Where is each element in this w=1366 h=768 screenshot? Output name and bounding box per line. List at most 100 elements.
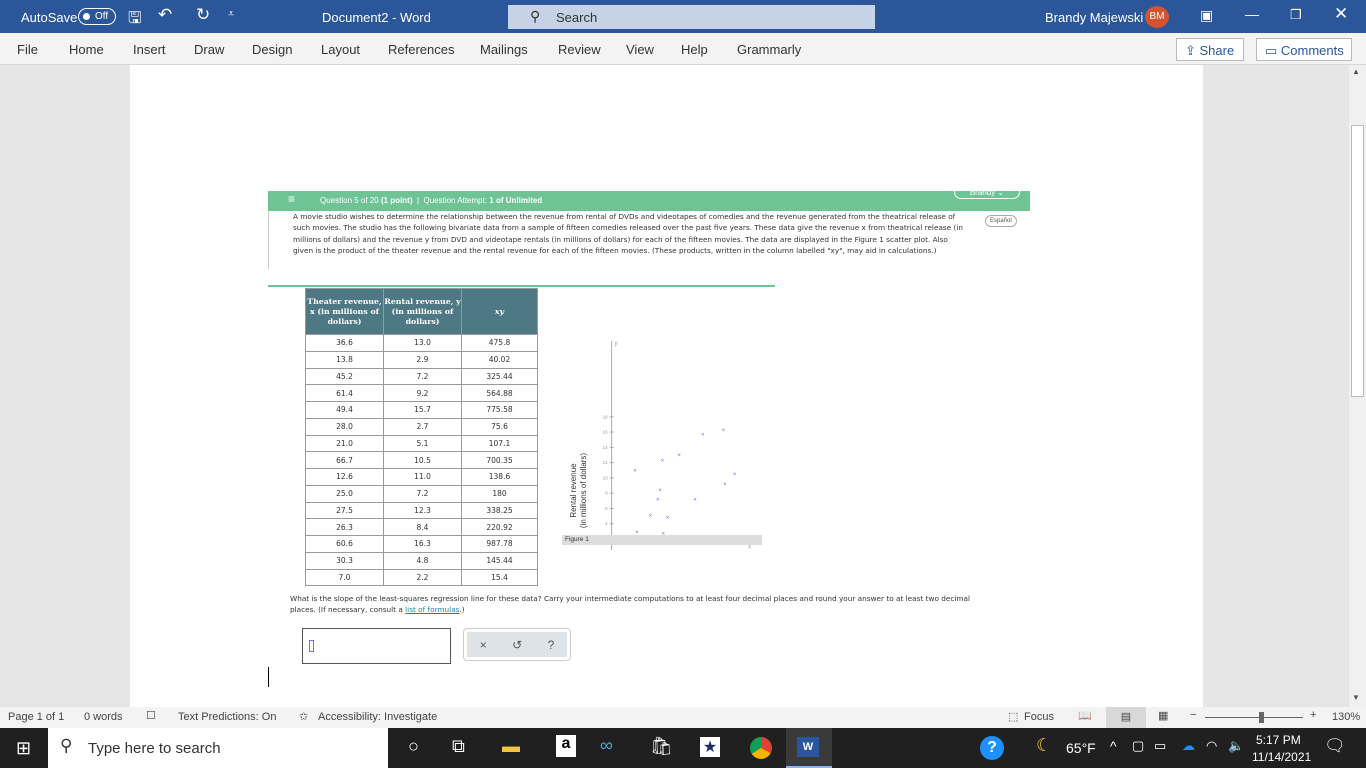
moon-weather-icon: ☾: [1036, 735, 1053, 755]
undo-icon[interactable]: ↶: [158, 5, 172, 25]
cell-y: 16.3: [383, 535, 462, 553]
infinity-app-icon[interactable]: ∞: [600, 735, 613, 756]
taskbar-search[interactable]: ⚲ Type here to search: [48, 728, 388, 768]
comments-button[interactable]: ▭ Comments: [1256, 38, 1352, 61]
tab-draw[interactable]: Draw: [194, 42, 224, 57]
print-layout-icon[interactable]: ▤: [1106, 707, 1146, 728]
wifi-icon[interactable]: ◠: [1206, 738, 1217, 754]
autosave-state: Off: [95, 11, 109, 22]
cell-xy: 338.25: [461, 501, 538, 520]
security-app-icon[interactable]: ★: [700, 737, 720, 757]
undo-button[interactable]: ↺: [512, 638, 522, 652]
menu-icon[interactable]: ≡: [288, 192, 295, 206]
meet-now-icon[interactable]: ▢: [1132, 738, 1144, 754]
answer-input[interactable]: [302, 628, 451, 664]
accessibility-status[interactable]: Accessibility: Investigate: [318, 711, 437, 723]
file-explorer-icon[interactable]: ▬: [502, 736, 520, 757]
tab-file[interactable]: File: [17, 42, 38, 57]
customize-toolbar-icon[interactable]: ⩡: [228, 8, 234, 21]
cell-xy: 475.8: [461, 334, 538, 352]
tab-review[interactable]: Review: [558, 42, 601, 57]
volume-icon[interactable]: 🔈: [1228, 738, 1244, 754]
autosave-label: AutoSave: [21, 10, 78, 25]
cell-y: 2.9: [383, 350, 462, 369]
redo-icon[interactable]: ↻: [196, 5, 210, 25]
user-menu-label: Brandy: [969, 188, 996, 197]
scroll-thumb[interactable]: [1351, 125, 1364, 397]
answer-tools: × ↺?: [463, 628, 571, 661]
notifications-icon[interactable]: 🗨: [1324, 736, 1346, 756]
weather-temp[interactable]: 65°F: [1066, 740, 1096, 756]
autosave-toggle[interactable]: Off: [78, 8, 116, 25]
tab-home[interactable]: Home: [69, 42, 104, 57]
show-hidden-icons[interactable]: ^: [1110, 738, 1117, 754]
tab-help[interactable]: Help: [681, 42, 708, 57]
zoom-slider-thumb[interactable]: [1258, 712, 1264, 723]
user-menu[interactable]: Brandy ⌄: [954, 185, 1020, 199]
onedrive-icon[interactable]: ☁: [1182, 738, 1195, 754]
clear-button[interactable]: ×: [480, 638, 487, 652]
vertical-scrollbar[interactable]: ▲ ▼: [1349, 65, 1366, 707]
cell-xy: 987.78: [461, 535, 538, 553]
share-button[interactable]: ⇪ Share: [1176, 38, 1244, 61]
question-prompt: What is the slope of the least-squares r…: [290, 593, 980, 616]
zoom-level[interactable]: 130%: [1332, 711, 1360, 723]
document-page[interactable]: ≡ Question 5 of 20 (1 point) | Question …: [130, 65, 1203, 707]
zoom-out-icon[interactable]: −: [1190, 709, 1196, 721]
tab-layout[interactable]: Layout: [321, 42, 360, 57]
cell-y: 15.7: [383, 401, 462, 419]
store-icon[interactable]: 🛍: [650, 736, 673, 757]
tab-grammarly[interactable]: Grammarly: [737, 42, 801, 57]
zoom-slider[interactable]: [1205, 712, 1303, 723]
scroll-down-icon[interactable]: ▼: [1352, 693, 1360, 702]
focus-button[interactable]: Focus: [1024, 711, 1054, 723]
text-predictions[interactable]: Text Predictions: On: [178, 711, 276, 723]
help-button[interactable]: ?: [548, 638, 555, 652]
proofing-icon[interactable]: ☐: [146, 709, 156, 722]
help-icon[interactable]: ?: [980, 736, 1004, 760]
data-point: ×: [661, 458, 665, 464]
y-tick-label: 14: [603, 445, 609, 450]
document-area: ≡ Question 5 of 20 (1 point) | Question …: [0, 65, 1349, 707]
cell-x: 12.6: [305, 468, 384, 486]
data-point: ×: [656, 497, 660, 503]
word-count[interactable]: 0 words: [84, 711, 123, 723]
tab-view[interactable]: View: [626, 42, 654, 57]
table-row: 30.3 4.8 145.44: [305, 551, 538, 570]
cell-y: 2.2: [383, 568, 462, 587]
tab-design[interactable]: Design: [252, 42, 292, 57]
ribbon-display-icon[interactable]: ▣: [1200, 7, 1213, 24]
zoom-in-icon[interactable]: +: [1310, 709, 1316, 721]
read-mode-icon[interactable]: 📖: [1078, 709, 1092, 722]
amazon-icon[interactable]: a: [556, 735, 576, 757]
tab-insert[interactable]: Insert: [133, 42, 166, 57]
scroll-up-icon[interactable]: ▲: [1352, 67, 1360, 76]
minimize-icon[interactable]: —: [1245, 6, 1259, 22]
comment-icon: ▭: [1265, 43, 1281, 58]
y-axis-label: Rental revenue: [569, 463, 578, 518]
espanol-button[interactable]: Español: [985, 215, 1017, 227]
tab-mailings[interactable]: Mailings: [480, 42, 528, 57]
search-box[interactable]: ⚲ Search: [508, 5, 875, 29]
save-icon[interactable]: 🖫: [128, 7, 142, 34]
clock-date[interactable]: 11/14/2021: [1252, 750, 1311, 764]
clock-time[interactable]: 5:17 PM: [1256, 733, 1301, 747]
battery-icon[interactable]: ▭: [1154, 738, 1166, 754]
y-tick-label: 4: [605, 521, 608, 526]
cortana-icon[interactable]: ○: [408, 736, 419, 757]
chrome-icon[interactable]: [750, 737, 772, 759]
task-view-icon[interactable]: ⧉: [452, 736, 465, 757]
cell-x: 66.7: [305, 451, 384, 469]
windows-start-icon[interactable]: ⊞: [16, 738, 31, 759]
web-layout-icon[interactable]: ▦: [1158, 709, 1168, 722]
formulas-link[interactable]: list of formulas: [405, 605, 459, 614]
word-taskbar-button[interactable]: W: [786, 728, 832, 768]
page-count[interactable]: Page 1 of 1: [8, 711, 64, 723]
close-icon[interactable]: ✕: [1334, 4, 1348, 24]
cell-xy: 775.58: [461, 401, 538, 419]
data-point: ×: [666, 516, 670, 522]
tab-references[interactable]: References: [388, 42, 454, 57]
cell-x: 60.6: [305, 535, 384, 553]
avatar[interactable]: BM: [1145, 6, 1169, 28]
restore-icon[interactable]: ❐: [1290, 7, 1302, 23]
